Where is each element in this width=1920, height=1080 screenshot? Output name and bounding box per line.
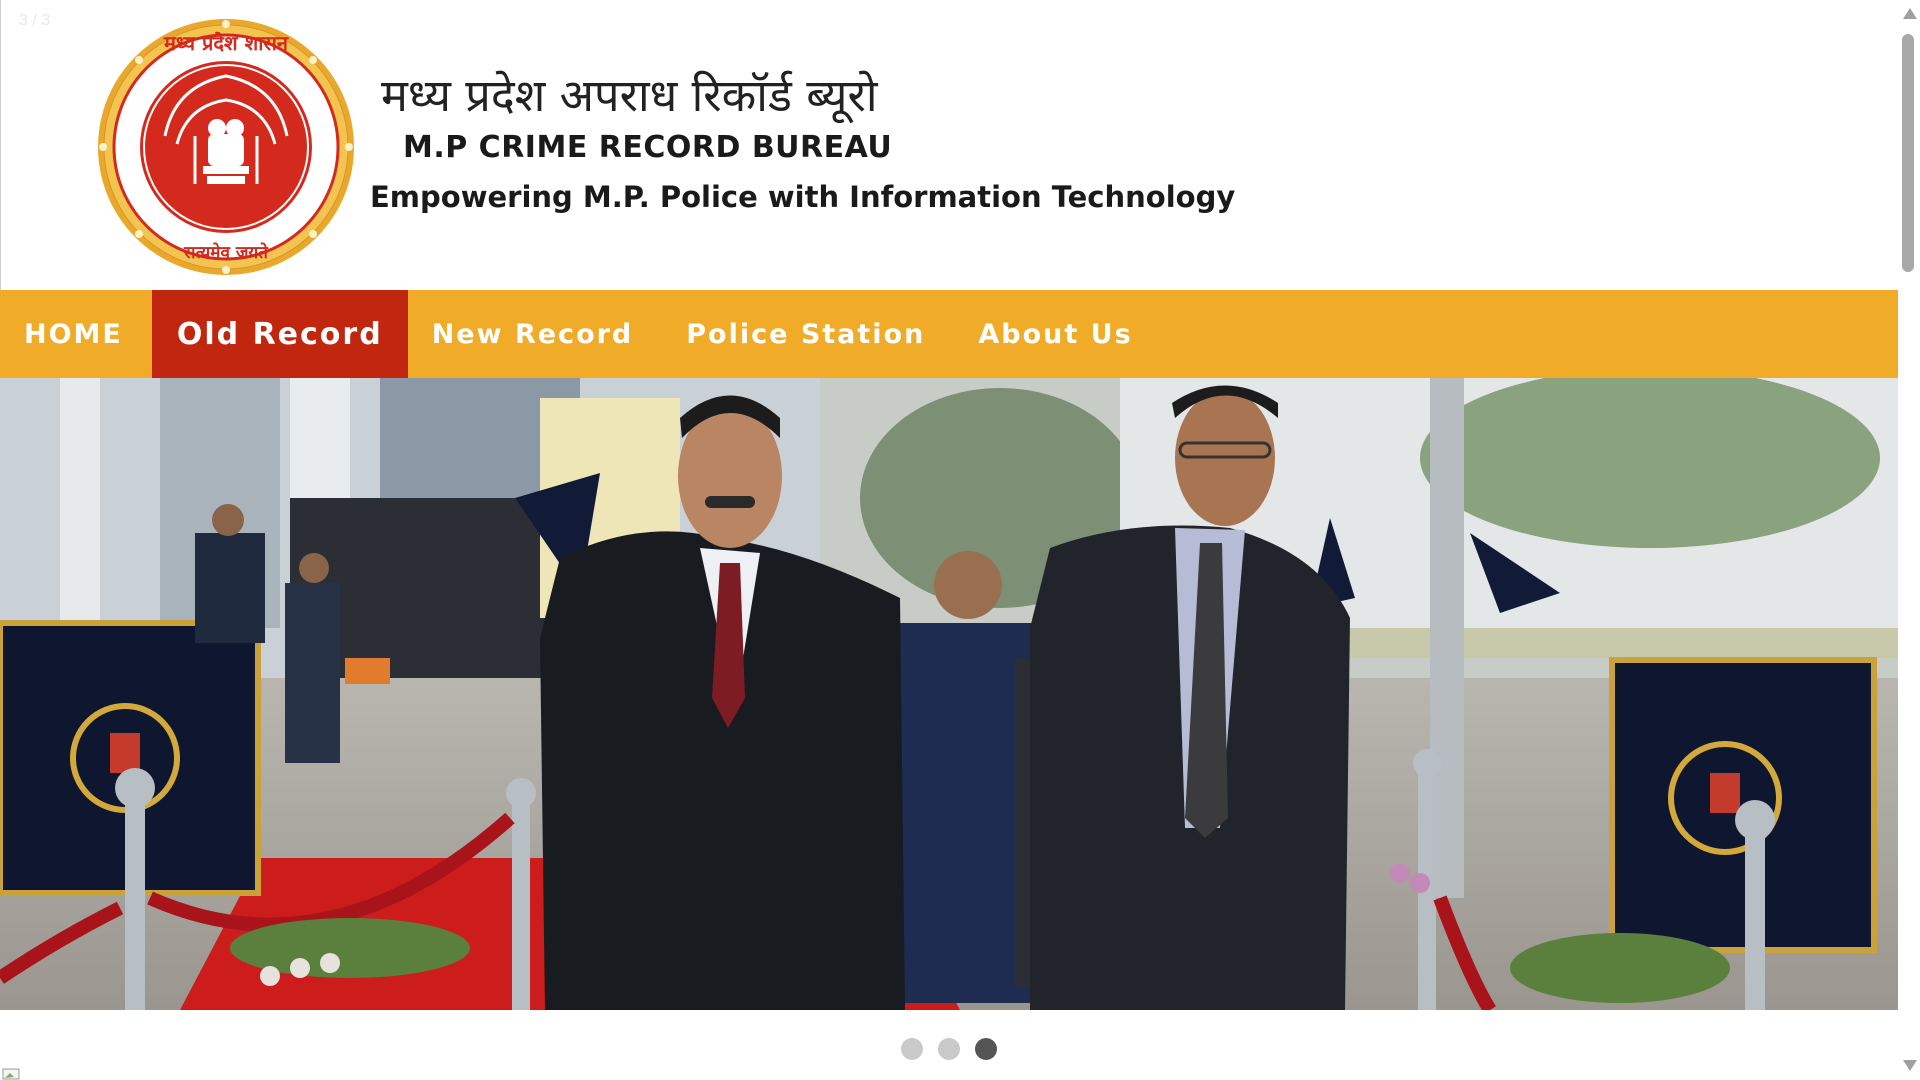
scrollbar-thumb[interactable] <box>1902 34 1914 272</box>
nav-item-label: New Record <box>431 318 634 350</box>
nav-item-label: About Us <box>978 318 1133 350</box>
slider-dot-2[interactable] <box>938 1038 960 1060</box>
nav-item-new-record[interactable]: New Record <box>408 290 663 378</box>
bureau-title-hindi: मध्य प्रदेश अपराध रिकॉर्ड ब्यूरो <box>381 69 878 122</box>
nav-item-home[interactable]: HOME <box>0 290 152 378</box>
nav-item-about-us[interactable]: About Us <box>954 290 1161 378</box>
slide-counter: 3 / 3 <box>19 12 51 29</box>
page: 3 / 3 मध्य प्रदेश शासन सत्यमेव जयते मध्य… <box>0 0 1898 1080</box>
site-header: 3 / 3 मध्य प्रदेश शासन सत्यमेव जयते मध्य… <box>0 0 1898 290</box>
slider-dot-1[interactable] <box>901 1038 923 1060</box>
triangle-up-icon[interactable] <box>1903 8 1917 19</box>
svg-text:सत्यमेव जयते: सत्यमेव जयते <box>183 242 269 263</box>
image-slider[interactable] <box>0 378 1898 1010</box>
nav-item-old-record[interactable]: Old Record <box>151 290 408 378</box>
nav-item-label: HOME <box>24 318 123 350</box>
nav-item-label: Old Record <box>176 316 383 352</box>
nav-item-police-station[interactable]: Police Station <box>662 290 954 378</box>
slide-photo <box>0 378 1898 1010</box>
bureau-title-english: M.P CRIME RECORD BUREAU <box>403 130 893 165</box>
triangle-down-icon[interactable] <box>1903 1060 1917 1071</box>
mp-police-emblem-logo[interactable]: मध्य प्रदेश शासन सत्यमेव जयते <box>95 16 357 278</box>
bureau-tagline: Empowering M.P. Police with Information … <box>370 180 1236 214</box>
vertical-scrollbar[interactable] <box>1898 0 1920 1080</box>
svg-text:मध्य प्रदेश शासन: मध्य प्रदेश शासन <box>163 31 289 55</box>
main-nav: HOME Old Record New Record Police Statio… <box>0 290 1898 378</box>
broken-image-icon <box>2 1068 20 1080</box>
slider-dot-3[interactable] <box>975 1038 997 1060</box>
slider-dots <box>0 1038 1898 1060</box>
nav-item-label: Police Station <box>686 318 926 350</box>
